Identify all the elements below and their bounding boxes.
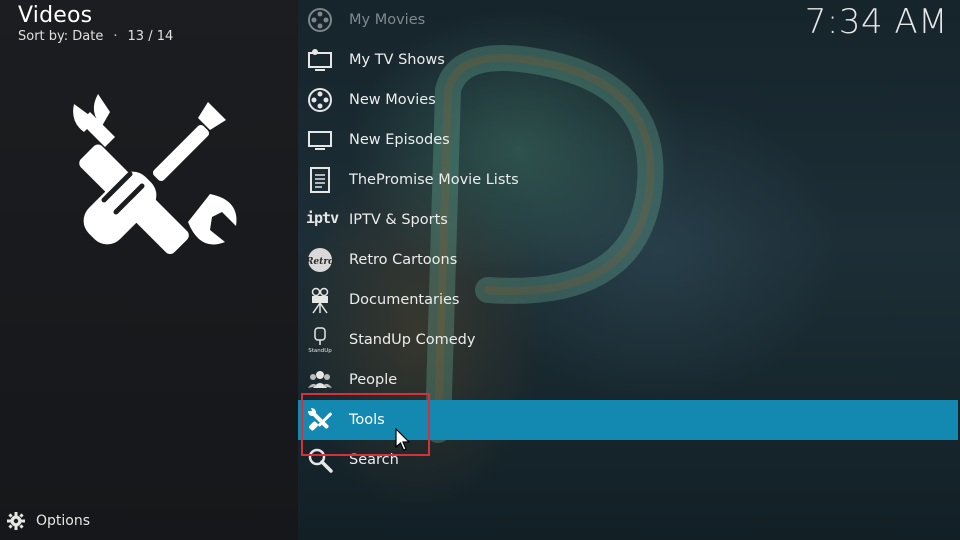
menu-item-iptv-sports[interactable]: iptv IPTV & Sports bbox=[298, 200, 958, 240]
menu-item-label: My Movies bbox=[349, 12, 426, 28]
tv-icon bbox=[308, 49, 332, 71]
search-icon bbox=[308, 448, 333, 473]
menu-item-people[interactable]: People bbox=[298, 360, 958, 400]
menu-item-label: ThePromise Movie Lists bbox=[349, 172, 519, 188]
menu-item-thepromise-movie-lists[interactable]: ThePromise Movie Lists bbox=[298, 160, 958, 200]
menu-item-label: Documentaries bbox=[349, 292, 460, 308]
video-menu-list: My Movies My TV Shows New Movies New Epi… bbox=[298, 0, 960, 540]
options-button[interactable]: Options bbox=[6, 510, 90, 532]
menu-item-standup-comedy[interactable]: StandUp StandUp Comedy bbox=[298, 320, 958, 360]
menu-item-label: Tools bbox=[349, 412, 385, 428]
menu-item-my-tv-shows[interactable]: My TV Shows bbox=[298, 40, 958, 80]
retro-icon-text: Retro bbox=[306, 257, 334, 267]
menu-item-label: IPTV & Sports bbox=[349, 212, 448, 228]
options-label: Options bbox=[36, 513, 91, 529]
iptv-icon-text: iptv bbox=[306, 209, 339, 227]
standup-icon-text: StandUp bbox=[308, 348, 332, 354]
info-panel: Videos Sort by: Date · 13 / 14 Options bbox=[0, 0, 298, 540]
menu-item-retro-cartoons[interactable]: Retro Retro Cartoons bbox=[298, 240, 958, 280]
menu-item-new-episodes[interactable]: New Episodes bbox=[298, 120, 958, 160]
iptv-icon: iptv bbox=[306, 206, 339, 234]
people-icon bbox=[308, 371, 332, 388]
standup-mic-icon: StandUp bbox=[308, 327, 332, 354]
menu-item-label: New Movies bbox=[349, 92, 436, 108]
retro-logo-icon: Retro bbox=[306, 248, 334, 272]
page-title: Videos bbox=[18, 3, 93, 28]
tv-icon bbox=[308, 131, 332, 150]
sort-label: Sort by: Date bbox=[18, 29, 104, 44]
separator: · bbox=[113, 29, 118, 44]
film-reel-icon bbox=[308, 88, 332, 112]
menu-item-label: New Episodes bbox=[349, 132, 450, 148]
item-position: 13 / 14 bbox=[127, 29, 174, 44]
menu-item-documentaries[interactable]: Documentaries bbox=[298, 280, 958, 320]
mouse-pointer-icon bbox=[395, 428, 411, 451]
menu-item-label: My TV Shows bbox=[349, 52, 445, 68]
menu-item-my-movies[interactable]: My Movies bbox=[298, 0, 958, 40]
options-gear-icon bbox=[7, 512, 25, 530]
menu-item-new-movies[interactable]: New Movies bbox=[298, 80, 958, 120]
tools-icon bbox=[308, 408, 333, 431]
kodi-videos-screen: Videos Sort by: Date · 13 / 14 Options 7… bbox=[0, 0, 960, 540]
menu-item-label: Retro Cartoons bbox=[349, 252, 458, 268]
document-list-icon bbox=[310, 167, 330, 193]
menu-item-label: Search bbox=[349, 452, 399, 468]
menu-item-label: People bbox=[349, 372, 398, 388]
film-reel-icon bbox=[308, 8, 332, 32]
tools-preview-icon bbox=[73, 94, 237, 255]
menu-item-label: StandUp Comedy bbox=[349, 332, 476, 348]
sort-info: Sort by: Date · 13 / 14 bbox=[18, 29, 173, 44]
camera-tripod-icon bbox=[311, 287, 329, 314]
